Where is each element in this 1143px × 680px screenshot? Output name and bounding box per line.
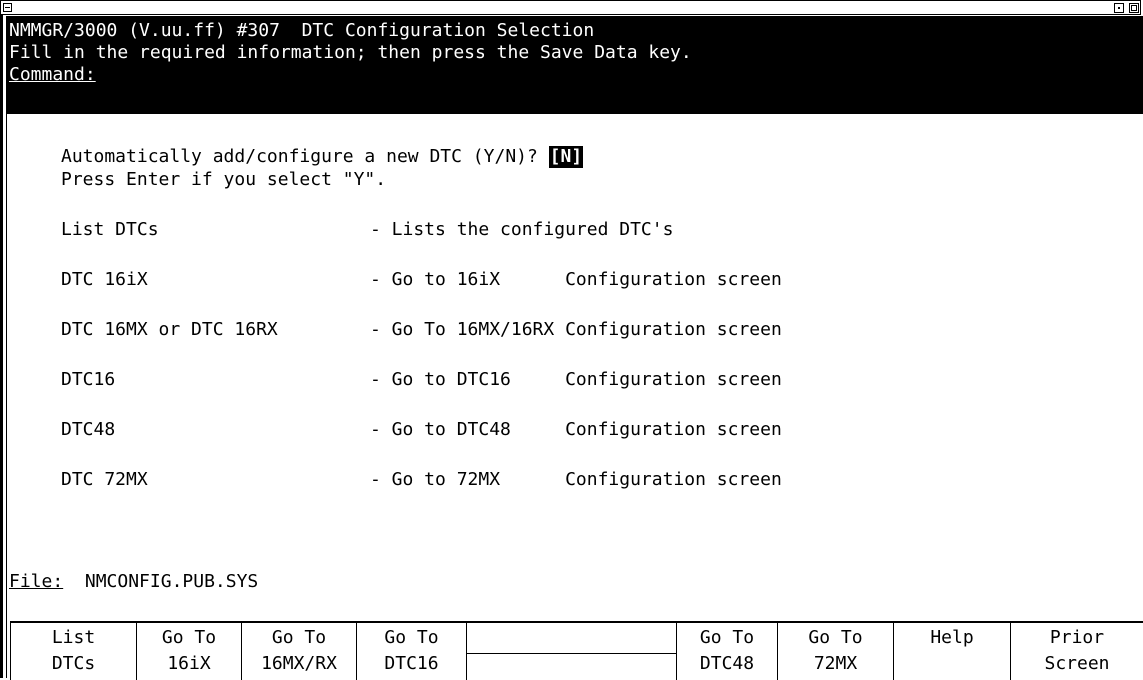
softkey-line1: List [51,627,96,648]
softkey-line1: Prior [1049,627,1105,648]
softkey-bar: List DTCs Go To 16iX Go To 16MX/RX Go To… [10,621,1143,680]
softkey-line1: Help [930,627,974,648]
maximize-icon[interactable] [1129,3,1139,13]
window-frame-left [0,0,3,678]
menu-label-list-dtcs: List DTCs [61,219,159,240]
softkey-go-to-72mx[interactable]: Go To 72MX [777,623,893,680]
menu-desc-dtc48: - Go to DTC48 Configuration screen [370,419,782,440]
softkey-line2: 16iX [167,653,211,674]
minimize-icon[interactable] [1114,3,1124,13]
menu-desc-72mx: - Go to 72MX Configuration screen [370,469,782,490]
window-title-bar [0,0,1141,15]
softkey-line1: Go To [271,627,327,648]
softkey-line1: Go To [384,627,439,648]
softkey-go-to-16ix[interactable]: Go To 16iX [136,623,241,680]
menu-label-16mx-16rx: DTC 16MX or DTC 16RX [61,319,278,340]
menu-desc-16ix: - Go to 16iX Configuration screen [370,269,782,290]
softkey-line2: 16MX/RX [261,653,337,674]
command-label: Command: [9,64,96,85]
instruction-text: Fill in the required information; then p… [9,42,692,63]
menu-desc-dtc16: - Go to DTC16 Configuration screen [370,369,782,390]
menu-label-dtc16: DTC16 [61,369,116,390]
auto-add-row: Automatically add/configure a new DTC (Y… [61,146,584,168]
softkey-go-to-dtc48[interactable]: Go To DTC48 [676,623,777,680]
system-menu-icon[interactable] [3,3,12,12]
softkey-prior-screen[interactable]: Prior Screen [1010,623,1143,680]
file-name: NMCONFIG.PUB.SYS [84,571,259,592]
auto-add-note: Press Enter if you select "Y". [61,169,387,190]
softkey-list-dtcs[interactable]: List DTCs [10,623,136,680]
softkey-help[interactable]: Help [893,623,1010,680]
screen-title: NMMGR/3000 (V.uu.ff) #307 DTC Configurat… [9,20,595,41]
auto-add-value[interactable]: N [561,146,572,167]
auto-add-prompt: Automatically add/configure a new DTC (Y… [61,146,538,167]
screen-header: NMMGR/3000 (V.uu.ff) #307 DTC Configurat… [6,16,1143,114]
softkey-line2: 72MX [813,653,858,674]
softkey-go-to-16mx-rx[interactable]: Go To 16MX/RX [241,623,356,680]
menu-label-dtc48: DTC48 [61,419,116,440]
menu-label-72mx: DTC 72MX [61,469,148,490]
menu-desc-16mx-16rx: - Go To 16MX/16RX Configuration screen [370,319,782,340]
screen-border [6,16,7,678]
file-label: File: [9,571,64,592]
softkey-line1: Go To [808,627,863,648]
softkey-line2: DTCs [51,653,96,674]
softkey-blank[interactable] [466,623,676,680]
softkey-line2: Screen [1044,653,1110,674]
softkey-line1: Go To [161,627,217,648]
command-line[interactable]: Command: [9,64,96,86]
softkey-go-to-dtc16[interactable]: Go To DTC16 [356,623,466,680]
softkey-line2: DTC16 [384,653,439,674]
softkey-line2: DTC48 [699,653,755,674]
softkey-line1: Go To [699,627,755,648]
auto-add-field[interactable]: [N] [548,146,584,168]
menu-desc-list-dtcs: - Lists the configured DTC's [370,219,674,240]
menu-label-16ix: DTC 16iX [61,269,148,290]
file-row: File: NMCONFIG.PUB.SYS [9,571,258,593]
softkey-divider [467,653,676,654]
